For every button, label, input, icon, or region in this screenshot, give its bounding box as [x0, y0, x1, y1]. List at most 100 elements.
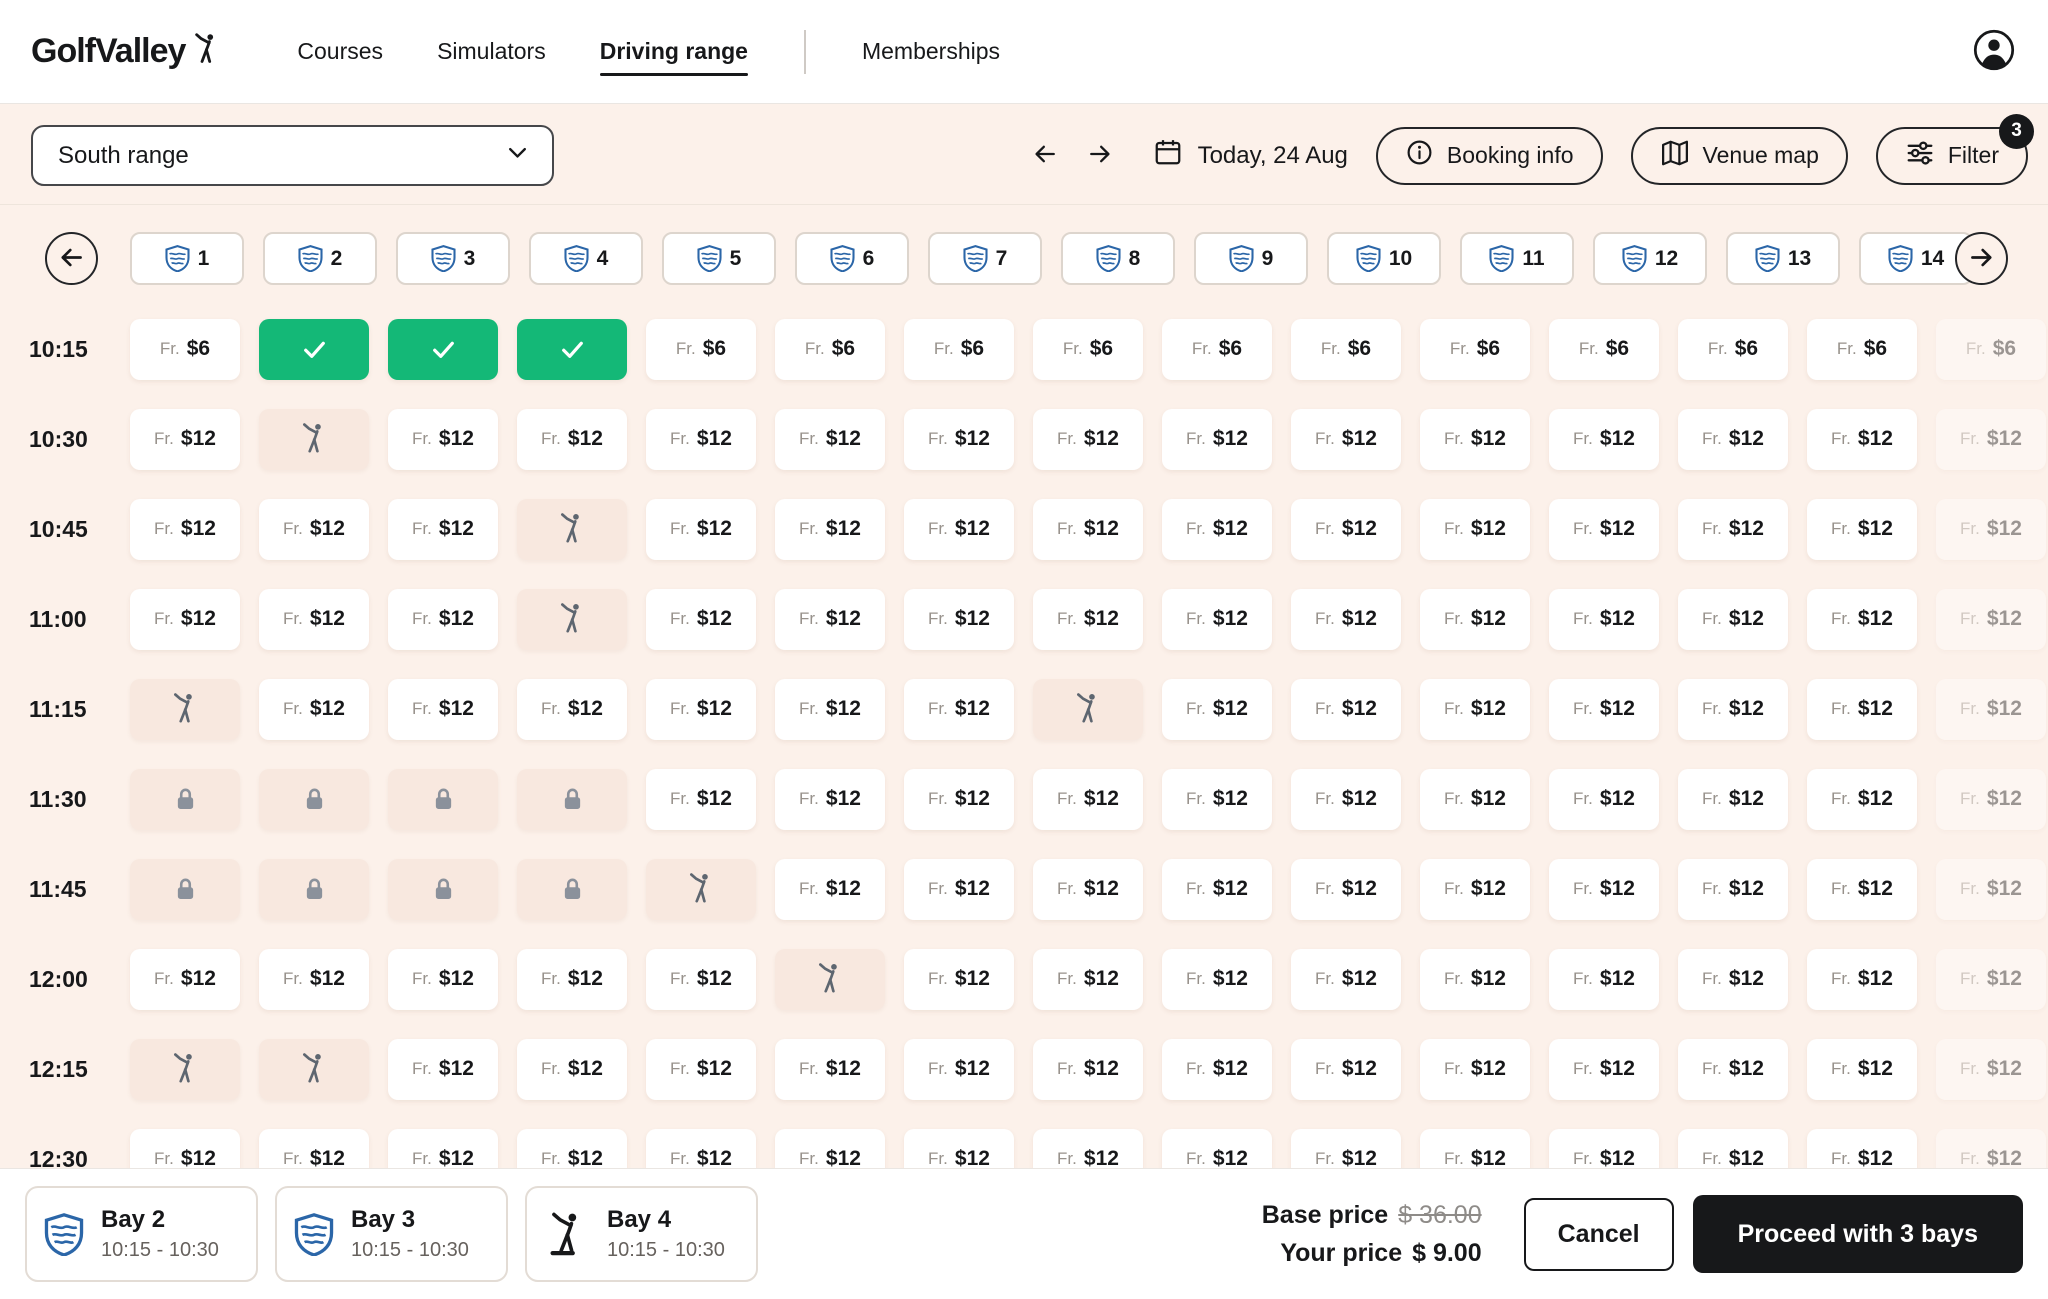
slot-12:00-bay-14[interactable]: Fr.$12 [1807, 949, 1917, 1010]
slot-10:15-bay-3[interactable] [388, 319, 498, 380]
slot-11:00-bay-14[interactable]: Fr.$12 [1807, 589, 1917, 650]
proceed-button[interactable]: Proceed with 3 bays [1693, 1195, 2023, 1273]
slot-12:00-bay-7[interactable]: Fr.$12 [904, 949, 1014, 1010]
slot-12:00-bay-5[interactable]: Fr.$12 [646, 949, 756, 1010]
slot-11:15-bay-12[interactable]: Fr.$12 [1549, 679, 1659, 740]
bay-header-10[interactable]: 10 [1327, 232, 1441, 285]
slot-11:30-bay-9[interactable]: Fr.$12 [1162, 769, 1272, 830]
slot-11:15-bay-11[interactable]: Fr.$12 [1420, 679, 1530, 740]
date-display[interactable]: Today, 24 Aug [1153, 137, 1348, 174]
slot-11:45-bay-9[interactable]: Fr.$12 [1162, 859, 1272, 920]
slot-12:15-bay-14[interactable]: Fr.$12 [1807, 1039, 1917, 1100]
slot-11:30-bay-5[interactable]: Fr.$12 [646, 769, 756, 830]
slot-11:45-bay-8[interactable]: Fr.$12 [1033, 859, 1143, 920]
slot-11:30-bay-10[interactable]: Fr.$12 [1291, 769, 1401, 830]
bay-header-2[interactable]: 2 [263, 232, 377, 285]
slot-12:00-bay-13[interactable]: Fr.$12 [1678, 949, 1788, 1010]
slot-12:00-bay-4[interactable]: Fr.$12 [517, 949, 627, 1010]
slot-11:45-bay-10[interactable]: Fr.$12 [1291, 859, 1401, 920]
slot-12:00-bay-2[interactable]: Fr.$12 [259, 949, 369, 1010]
bay-header-1[interactable]: 1 [130, 232, 244, 285]
slot-12:15-bay-6[interactable]: Fr.$12 [775, 1039, 885, 1100]
slot-10:30-bay-12[interactable]: Fr.$12 [1549, 409, 1659, 470]
slot-12:15-bay-5[interactable]: Fr.$12 [646, 1039, 756, 1100]
slot-10:30-bay-10[interactable]: Fr.$12 [1291, 409, 1401, 470]
nav-driving-range[interactable]: Driving range [600, 0, 748, 103]
slot-10:30-bay-13[interactable]: Fr.$12 [1678, 409, 1788, 470]
bay-header-11[interactable]: 11 [1460, 232, 1574, 285]
slot-10:15-bay-11[interactable]: Fr.$6 [1420, 319, 1530, 380]
slot-10:45-bay-14[interactable]: Fr.$12 [1807, 499, 1917, 560]
slot-12:00-bay-8[interactable]: Fr.$12 [1033, 949, 1143, 1010]
slot-10:45-bay-11[interactable]: Fr.$12 [1420, 499, 1530, 560]
slot-12:15-bay-3[interactable]: Fr.$12 [388, 1039, 498, 1100]
slot-10:45-bay-9[interactable]: Fr.$12 [1162, 499, 1272, 560]
slot-11:30-bay-14[interactable]: Fr.$12 [1807, 769, 1917, 830]
slot-12:15-bay-9[interactable]: Fr.$12 [1162, 1039, 1272, 1100]
slot-10:15-bay-4[interactable] [517, 319, 627, 380]
booking-info-button[interactable]: Booking info [1376, 127, 1603, 185]
slot-11:30-bay-12[interactable]: Fr.$12 [1549, 769, 1659, 830]
bay-header-4[interactable]: 4 [529, 232, 643, 285]
slot-12:00-bay-10[interactable]: Fr.$12 [1291, 949, 1401, 1010]
slot-10:15-bay-8[interactable]: Fr.$6 [1033, 319, 1143, 380]
slot-10:15-bay-6[interactable]: Fr.$6 [775, 319, 885, 380]
selected-bay-chip-2[interactable]: Bay 3 10:15 - 10:30 [275, 1186, 508, 1282]
slot-10:15-bay-5[interactable]: Fr.$6 [646, 319, 756, 380]
slot-10:45-bay-12[interactable]: Fr.$12 [1549, 499, 1659, 560]
slot-10:45-bay-2[interactable]: Fr.$12 [259, 499, 369, 560]
date-next-button[interactable] [1080, 136, 1120, 176]
slot-11:45-bay-6[interactable]: Fr.$12 [775, 859, 885, 920]
venue-map-button[interactable]: Venue map [1631, 127, 1848, 185]
slot-10:45-bay-8[interactable]: Fr.$12 [1033, 499, 1143, 560]
logo[interactable]: GolfValley [31, 32, 223, 71]
slot-10:30-bay-9[interactable]: Fr.$12 [1162, 409, 1272, 470]
bays-scroll-left-button[interactable] [45, 232, 98, 285]
slot-11:45-bay-13[interactable]: Fr.$12 [1678, 859, 1788, 920]
slot-11:00-bay-10[interactable]: Fr.$12 [1291, 589, 1401, 650]
nav-memberships[interactable]: Memberships [862, 0, 1000, 103]
bay-header-5[interactable]: 5 [662, 232, 776, 285]
selected-bay-chip-1[interactable]: Bay 2 10:15 - 10:30 [25, 1186, 258, 1282]
range-selector[interactable]: South range [31, 125, 554, 186]
slot-12:00-bay-1[interactable]: Fr.$12 [130, 949, 240, 1010]
slot-10:45-bay-13[interactable]: Fr.$12 [1678, 499, 1788, 560]
slot-12:15-bay-10[interactable]: Fr.$12 [1291, 1039, 1401, 1100]
slot-11:00-bay-7[interactable]: Fr.$12 [904, 589, 1014, 650]
slot-10:15-bay-1[interactable]: Fr.$6 [130, 319, 240, 380]
slot-10:15-bay-14[interactable]: Fr.$6 [1807, 319, 1917, 380]
slot-10:45-bay-10[interactable]: Fr.$12 [1291, 499, 1401, 560]
slot-11:00-bay-12[interactable]: Fr.$12 [1549, 589, 1659, 650]
slot-11:00-bay-13[interactable]: Fr.$12 [1678, 589, 1788, 650]
slot-10:45-bay-1[interactable]: Fr.$12 [130, 499, 240, 560]
slot-10:45-bay-5[interactable]: Fr.$12 [646, 499, 756, 560]
selected-bay-chip-3[interactable]: Bay 4 10:15 - 10:30 [525, 1186, 758, 1282]
slot-11:00-bay-8[interactable]: Fr.$12 [1033, 589, 1143, 650]
bay-header-9[interactable]: 9 [1194, 232, 1308, 285]
slot-12:00-bay-12[interactable]: Fr.$12 [1549, 949, 1659, 1010]
slot-11:15-bay-2[interactable]: Fr.$12 [259, 679, 369, 740]
bay-header-3[interactable]: 3 [396, 232, 510, 285]
slot-11:00-bay-9[interactable]: Fr.$12 [1162, 589, 1272, 650]
slot-12:15-bay-4[interactable]: Fr.$12 [517, 1039, 627, 1100]
slot-11:15-bay-6[interactable]: Fr.$12 [775, 679, 885, 740]
slot-11:30-bay-7[interactable]: Fr.$12 [904, 769, 1014, 830]
slot-10:15-bay-12[interactable]: Fr.$6 [1549, 319, 1659, 380]
slot-12:15-bay-13[interactable]: Fr.$12 [1678, 1039, 1788, 1100]
slot-11:00-bay-2[interactable]: Fr.$12 [259, 589, 369, 650]
slot-11:45-bay-7[interactable]: Fr.$12 [904, 859, 1014, 920]
bay-header-7[interactable]: 7 [928, 232, 1042, 285]
slot-11:15-bay-14[interactable]: Fr.$12 [1807, 679, 1917, 740]
slot-11:15-bay-13[interactable]: Fr.$12 [1678, 679, 1788, 740]
slot-11:00-bay-1[interactable]: Fr.$12 [130, 589, 240, 650]
slot-10:45-bay-6[interactable]: Fr.$12 [775, 499, 885, 560]
slot-11:00-bay-6[interactable]: Fr.$12 [775, 589, 885, 650]
slot-11:45-bay-14[interactable]: Fr.$12 [1807, 859, 1917, 920]
slot-12:00-bay-9[interactable]: Fr.$12 [1162, 949, 1272, 1010]
cancel-button[interactable]: Cancel [1524, 1198, 1674, 1271]
slot-11:15-bay-9[interactable]: Fr.$12 [1162, 679, 1272, 740]
bay-header-6[interactable]: 6 [795, 232, 909, 285]
slot-12:15-bay-8[interactable]: Fr.$12 [1033, 1039, 1143, 1100]
slot-11:15-bay-3[interactable]: Fr.$12 [388, 679, 498, 740]
slot-10:15-bay-10[interactable]: Fr.$6 [1291, 319, 1401, 380]
